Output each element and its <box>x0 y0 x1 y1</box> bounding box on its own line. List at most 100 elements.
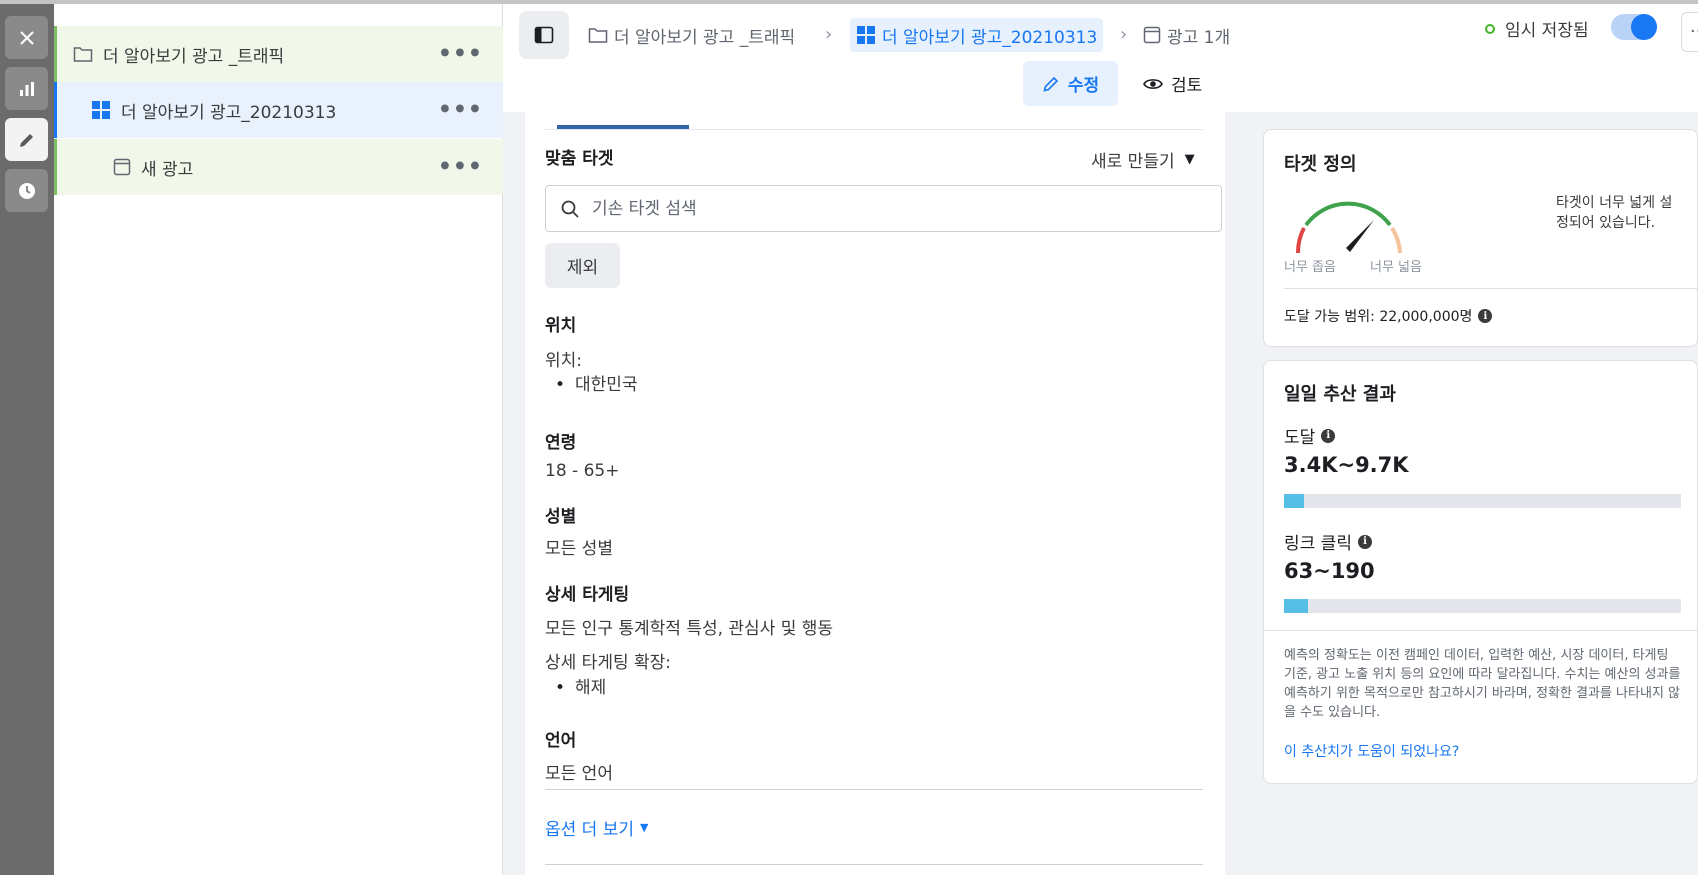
pencil-icon <box>1043 76 1058 92</box>
more-options-link[interactable]: 옵션 더 보기 ▼ <box>545 815 648 840</box>
reach-metric: 도달 i <box>1284 423 1336 448</box>
reach-metric-label: 도달 <box>1284 428 1316 448</box>
breadcrumb-ads[interactable]: 광고 1개 <box>1143 18 1230 52</box>
breadcrumb-label: 광고 1개 <box>1167 27 1231 48</box>
edit-button[interactable]: 수정 <box>1023 61 1118 106</box>
estimate-panel: 타겟 정의 너무 좁음 너무 넓음 타겟이 너무 넓게 설정되어 있습니다. 도… <box>1245 112 1698 875</box>
age-value: 18 - 65+ <box>545 461 620 481</box>
info-icon[interactable]: i <box>1321 428 1336 443</box>
chevron-right-icon: › <box>825 24 833 45</box>
audience-form: 맞춤 타겟 새로 만들기 ▼ 제외 위치 위치: 대한민국 연령 18 - 65… <box>525 112 1225 875</box>
close-button[interactable] <box>5 16 48 59</box>
edit-button-label: 수정 <box>1067 76 1100 96</box>
link-clicks-bar-fill <box>1284 599 1308 613</box>
close-icon <box>19 30 34 45</box>
daily-estimate-title: 일일 추산 결과 <box>1284 384 1396 405</box>
search-input[interactable] <box>592 198 1192 219</box>
tree-item-adset[interactable]: 더 알아보기 광고_20210313 ••• <box>54 82 503 138</box>
more-options-icon[interactable]: ••• <box>438 155 483 180</box>
create-new-dropdown[interactable]: 새로 만들기 ▼ <box>1091 147 1195 172</box>
reach-bar-fill <box>1284 494 1304 508</box>
audience-definition-title: 타겟 정의 <box>1284 154 1357 175</box>
panel-toggle-button[interactable] <box>519 11 569 59</box>
audience-search-field[interactable] <box>545 185 1222 232</box>
breadcrumb-label: 더 알아보기 광고_20210313 <box>882 27 1098 48</box>
age-title: 연령 <box>545 433 577 453</box>
more-options-icon[interactable]: ••• <box>438 42 483 67</box>
gauge-orange-segment <box>1390 226 1402 254</box>
potential-reach-label: 도달 가능 범위: 22,000,000명 <box>1284 309 1473 325</box>
card-divider <box>1284 288 1698 289</box>
link-clicks-bar <box>1284 599 1681 613</box>
history-button[interactable] <box>5 169 48 212</box>
audience-gauge <box>1295 201 1402 254</box>
helpful-feedback-link[interactable]: 이 추산치가 도움이 되었나요? <box>1284 741 1459 761</box>
audience-definition-card: 타겟 정의 너무 좁음 너무 넓음 타겟이 너무 넓게 설정되어 있습니다. 도… <box>1263 129 1698 347</box>
language-value: 모든 언어 <box>545 764 613 784</box>
gauge-needle <box>1346 220 1374 252</box>
info-icon[interactable]: i <box>1478 309 1493 323</box>
create-new-label: 새로 만들기 <box>1091 152 1175 172</box>
tree-item-ad[interactable]: 새 광고 ••• <box>54 139 503 195</box>
editor-header: 더 알아보기 광고 _트래픽 › 더 알아보기 광고_20210313 › 광고… <box>503 4 1698 112</box>
sidebar-toggle-icon <box>534 26 554 44</box>
info-icon[interactable]: i <box>1357 534 1372 549</box>
eye-icon <box>1143 78 1163 89</box>
more-options-icon[interactable]: ••• <box>438 98 483 123</box>
link-clicks-label: 링크 클릭 <box>1284 534 1352 554</box>
review-button[interactable]: 검토 <box>1143 61 1202 106</box>
header-more-button[interactable]: ·· <box>1681 12 1698 52</box>
folder-icon <box>73 45 93 63</box>
folder-icon <box>588 26 608 44</box>
gauge-broad-label: 너무 넓음 <box>1370 260 1422 275</box>
ad-icon <box>113 158 131 176</box>
estimate-disclaimer: 예측의 정확도는 이전 캠페인 데이터, 입력한 예산, 시장 데이터, 타게팅… <box>1284 648 1681 720</box>
tree-item-campaign[interactable]: 더 알아보기 광고 _트래픽 ••• <box>54 26 503 82</box>
breadcrumb-adset[interactable]: 더 알아보기 광고_20210313 <box>850 18 1104 52</box>
active-tab-indicator <box>557 125 689 129</box>
grid-icon <box>91 100 111 120</box>
search-icon <box>561 200 579 218</box>
grid-icon <box>856 25 876 45</box>
caret-down-icon: ▼ <box>640 821 649 834</box>
section-divider <box>545 864 1203 865</box>
gauge-narrow-label: 너무 좁음 <box>1284 260 1336 275</box>
breadcrumb-campaign[interactable]: 더 알아보기 광고 _트래픽 <box>588 18 795 52</box>
detailed-targeting-title: 상세 타게팅 <box>545 585 630 605</box>
reach-metric-value: 3.4K~9.7K <box>1284 453 1409 477</box>
save-status-label: 임시 저장됨 <box>1505 21 1589 41</box>
status-dot-icon <box>1485 23 1495 34</box>
breadcrumb-label: 더 알아보기 광고 _트래픽 <box>614 27 796 48</box>
reports-button[interactable] <box>5 67 48 110</box>
detailed-expansion-value: 해제 <box>555 673 606 698</box>
gauge-red-segment <box>1295 227 1306 254</box>
caret-down-icon: ▼ <box>1184 152 1195 167</box>
review-button-label: 검토 <box>1171 76 1203 96</box>
tree-item-label: 새 광고 <box>141 159 194 180</box>
chevron-right-icon: › <box>1120 24 1128 45</box>
pencil-icon <box>19 133 33 147</box>
left-rail <box>0 4 54 875</box>
exclude-button[interactable]: 제외 <box>545 243 620 288</box>
audience-description: 타겟이 너무 넓게 설정되어 있습니다. <box>1556 195 1673 231</box>
gauge-green-segment <box>1304 201 1392 227</box>
link-clicks-metric: 링크 클릭 i <box>1284 529 1372 554</box>
card-divider <box>1264 630 1698 631</box>
ad-icon <box>1143 26 1161 44</box>
reach-bar <box>1284 494 1681 508</box>
draft-toggle[interactable] <box>1611 14 1657 40</box>
detailed-targeting-value: 모든 인구 통계학적 특성, 관심사 및 행동 <box>545 619 834 639</box>
toggle-knob <box>1631 14 1657 40</box>
language-title: 언어 <box>545 731 577 751</box>
link-clicks-value: 63~190 <box>1284 559 1375 583</box>
gender-value: 모든 성별 <box>545 539 613 559</box>
daily-estimate-card: 일일 추산 결과 도달 i 3.4K~9.7K 링크 클릭 i 63~190 예… <box>1263 360 1698 784</box>
edit-mode-button[interactable] <box>5 118 48 161</box>
bar-chart-icon <box>19 81 34 96</box>
detailed-expansion-label: 상세 타게팅 확장: <box>545 653 672 673</box>
clock-icon <box>18 182 35 199</box>
location-label: 위치: <box>545 351 583 371</box>
tree-item-label: 더 알아보기 광고_20210313 <box>121 102 337 123</box>
more-options-label: 옵션 더 보기 <box>545 820 635 840</box>
campaign-tree: 더 알아보기 광고 _트래픽 ••• 더 알아보기 광고_20210313 ••… <box>54 4 503 875</box>
